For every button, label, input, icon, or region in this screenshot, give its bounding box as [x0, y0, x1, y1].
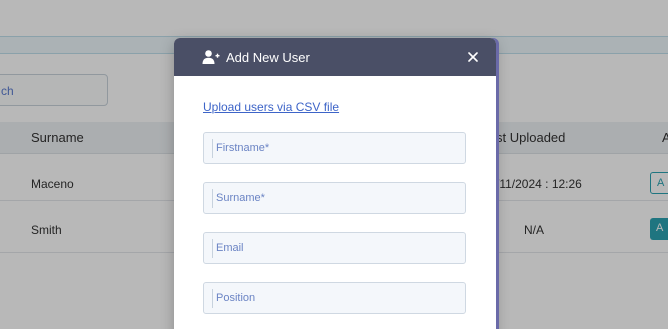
modal-body: Upload users via CSV file: [174, 76, 496, 314]
modal-title: Add New User: [226, 49, 310, 65]
position-field[interactable]: [204, 283, 465, 313]
email-field-wrapper: [203, 232, 466, 264]
modal-header: Add New User: [174, 38, 496, 76]
firstname-field[interactable]: [204, 133, 465, 163]
close-icon[interactable]: [464, 48, 482, 66]
add-user-icon: [202, 48, 220, 66]
add-user-modal: Add New User Upload users via CSV file: [174, 38, 496, 329]
firstname-field-wrapper: [203, 132, 466, 164]
upload-csv-link[interactable]: Upload users via CSV file: [203, 100, 339, 114]
email-field[interactable]: [204, 233, 465, 263]
position-field-wrapper: [203, 282, 466, 314]
surname-field[interactable]: [204, 183, 465, 213]
surname-field-wrapper: [203, 182, 466, 214]
